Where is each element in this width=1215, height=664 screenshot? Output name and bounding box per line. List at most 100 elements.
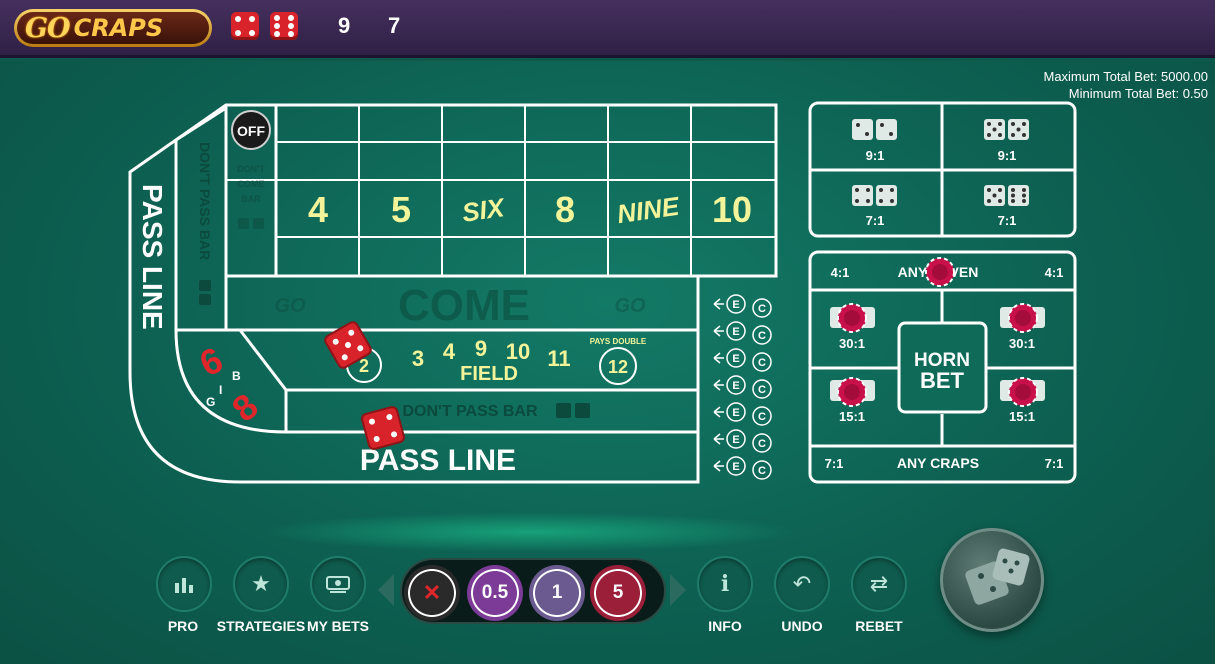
svg-text:COME: COME [238,179,265,189]
hardways-box: 9:1 9:1 7:1 7:1 [808,101,1077,238]
craps-bet-label: C [758,465,766,477]
ce-bet-row[interactable]: EC [713,456,772,480]
ce-bet-row[interactable]: EC [713,294,772,318]
field-9-label: 9 [475,336,487,361]
big-6-8-spot[interactable]: 6 8 B I G [193,339,265,430]
dont-pass-bar-label: DON'T PASS BAR [402,403,538,420]
hard-4-spot[interactable]: 9:1 [852,119,897,163]
any-seven-left-odds: 4:1 [831,265,850,280]
hard-10-payout: 9:1 [998,148,1017,163]
chip-0-5[interactable]: 0.5 [467,565,523,621]
svg-text:DON'T: DON'T [237,164,265,174]
field-12-label: 12 [608,357,628,377]
info-button[interactable]: i [697,556,753,612]
dont-come-bar-spot[interactable]: DON'T COME BAR [237,164,265,229]
thrown-die-2-icon [361,406,405,450]
eleven-bet-label: E [732,326,739,338]
rebet-button[interactable]: ⇄ [851,556,907,612]
ce-bet-row[interactable]: EC [713,348,772,372]
craps-bet-label: C [758,411,766,423]
chip-scroll-right-arrow-icon[interactable] [670,574,686,606]
any-craps-left-odds: 7:1 [825,456,844,471]
field-3-label: 3 [412,346,424,371]
craps-bet-label: C [758,438,766,450]
roll-dice-button[interactable] [940,528,1044,632]
dice-icon [965,548,1030,605]
craps-bet-label: C [758,303,766,315]
craps-bet-label: C [758,384,766,396]
side-dont-pass-bar-label: DON'T PASS BAR [197,142,213,260]
side-pass-line-label: PASS LINE [137,184,168,330]
side-dont-pass-dice-icon-2 [199,294,211,305]
chip-tray: ✕ 0.5 1 5 [400,558,666,624]
hard-6-payout: 7:1 [866,213,885,228]
dont-pass-dice-icon-2 [575,403,590,418]
hard-8-payout: 7:1 [998,213,1017,228]
hard-6-spot[interactable]: 7:1 [852,185,897,228]
hard-8-spot[interactable]: 7:1 [984,185,1029,228]
side-dont-pass-dice-icon [199,280,211,291]
craps-bet-label: C [758,330,766,342]
place-six-label: SIX [460,192,507,228]
rebet-label: REBET [855,618,903,634]
off-puck: OFF [231,110,271,150]
bar-chart-icon [175,578,193,593]
eleven-bet-label: E [732,461,739,473]
big-6-label: 6 [193,339,228,385]
strategies-button[interactable]: ★ [233,556,289,612]
field-label: FIELD [460,363,518,385]
chip-scroll-left-arrow-icon[interactable] [378,574,394,606]
ce-bet-row[interactable]: EC [713,429,772,453]
eleven-bet-label: E [732,353,739,365]
come-label: COME [398,281,530,330]
pro-button[interactable] [156,556,212,612]
money-icon [326,576,350,593]
place-8-label: 8 [555,189,575,230]
eleven-bet-label: E [732,407,739,419]
undo-icon: ↶ [792,571,812,596]
table-glow [260,512,800,552]
go-watermark-right: GO [614,295,646,317]
svg-text:OFF: OFF [237,123,265,139]
star-icon: ★ [251,571,271,596]
proposition-bets-box: 4:1 ANY SEVEN 4:1 HORN BET 30:1 30:1 15:… [808,250,1077,484]
rebet-icon: ⇄ [869,571,889,596]
eleven-bet-label: E [732,380,739,392]
place-10-label: 10 [712,189,752,230]
dont-pass-dice-icon [556,403,571,418]
bet-chip-horn-12 [1008,303,1038,333]
any-craps-label: ANY CRAPS [897,455,979,471]
horn-bet-spot[interactable]: HORN BET [897,321,988,414]
pro-label: PRO [167,618,199,634]
field-11-label: 11 [547,346,570,371]
bet-chip-any-seven [925,257,955,287]
any-craps-spot[interactable]: 7:1 ANY CRAPS 7:1 [825,455,1064,471]
chip-0-5-label: 0.5 [481,582,509,603]
undo-button[interactable]: ↶ [774,556,830,612]
ce-bet-row[interactable]: EC [713,375,772,399]
bet-chip-horn-11 [1008,377,1038,407]
big-label-b: B [232,369,241,383]
chip-1[interactable]: 1 [529,565,585,621]
my-bets-label: MY BETS [307,618,369,634]
bet-chip-horn-2 [837,303,867,333]
pays-double-label: PAYS DOUBLE [590,337,647,346]
chip-5-label: 5 [612,582,624,603]
field-4-label: 4 [443,339,456,364]
pass-line-label: PASS LINE [360,444,516,477]
ce-bet-row[interactable]: EC [713,321,772,345]
eleven-bet-label: E [732,434,739,446]
svg-text:BAR: BAR [241,194,261,204]
chip-5[interactable]: 5 [590,565,646,621]
clear-bets-chip[interactable]: ✕ [404,565,460,621]
horn-11-payout: 15:1 [1009,409,1035,424]
ce-bets-column: E CE CE CE CE CE CE C [713,294,772,480]
bet-chip-horn-3 [837,377,867,407]
place-5-label: 5 [391,189,411,230]
any-seven-right-odds: 4:1 [1045,265,1064,280]
ce-bet-row[interactable]: EC [713,402,772,426]
info-icon: i [720,571,730,597]
my-bets-button[interactable] [310,556,366,612]
horn-2-payout: 30:1 [839,336,865,351]
hard-10-spot[interactable]: 9:1 [984,119,1029,163]
